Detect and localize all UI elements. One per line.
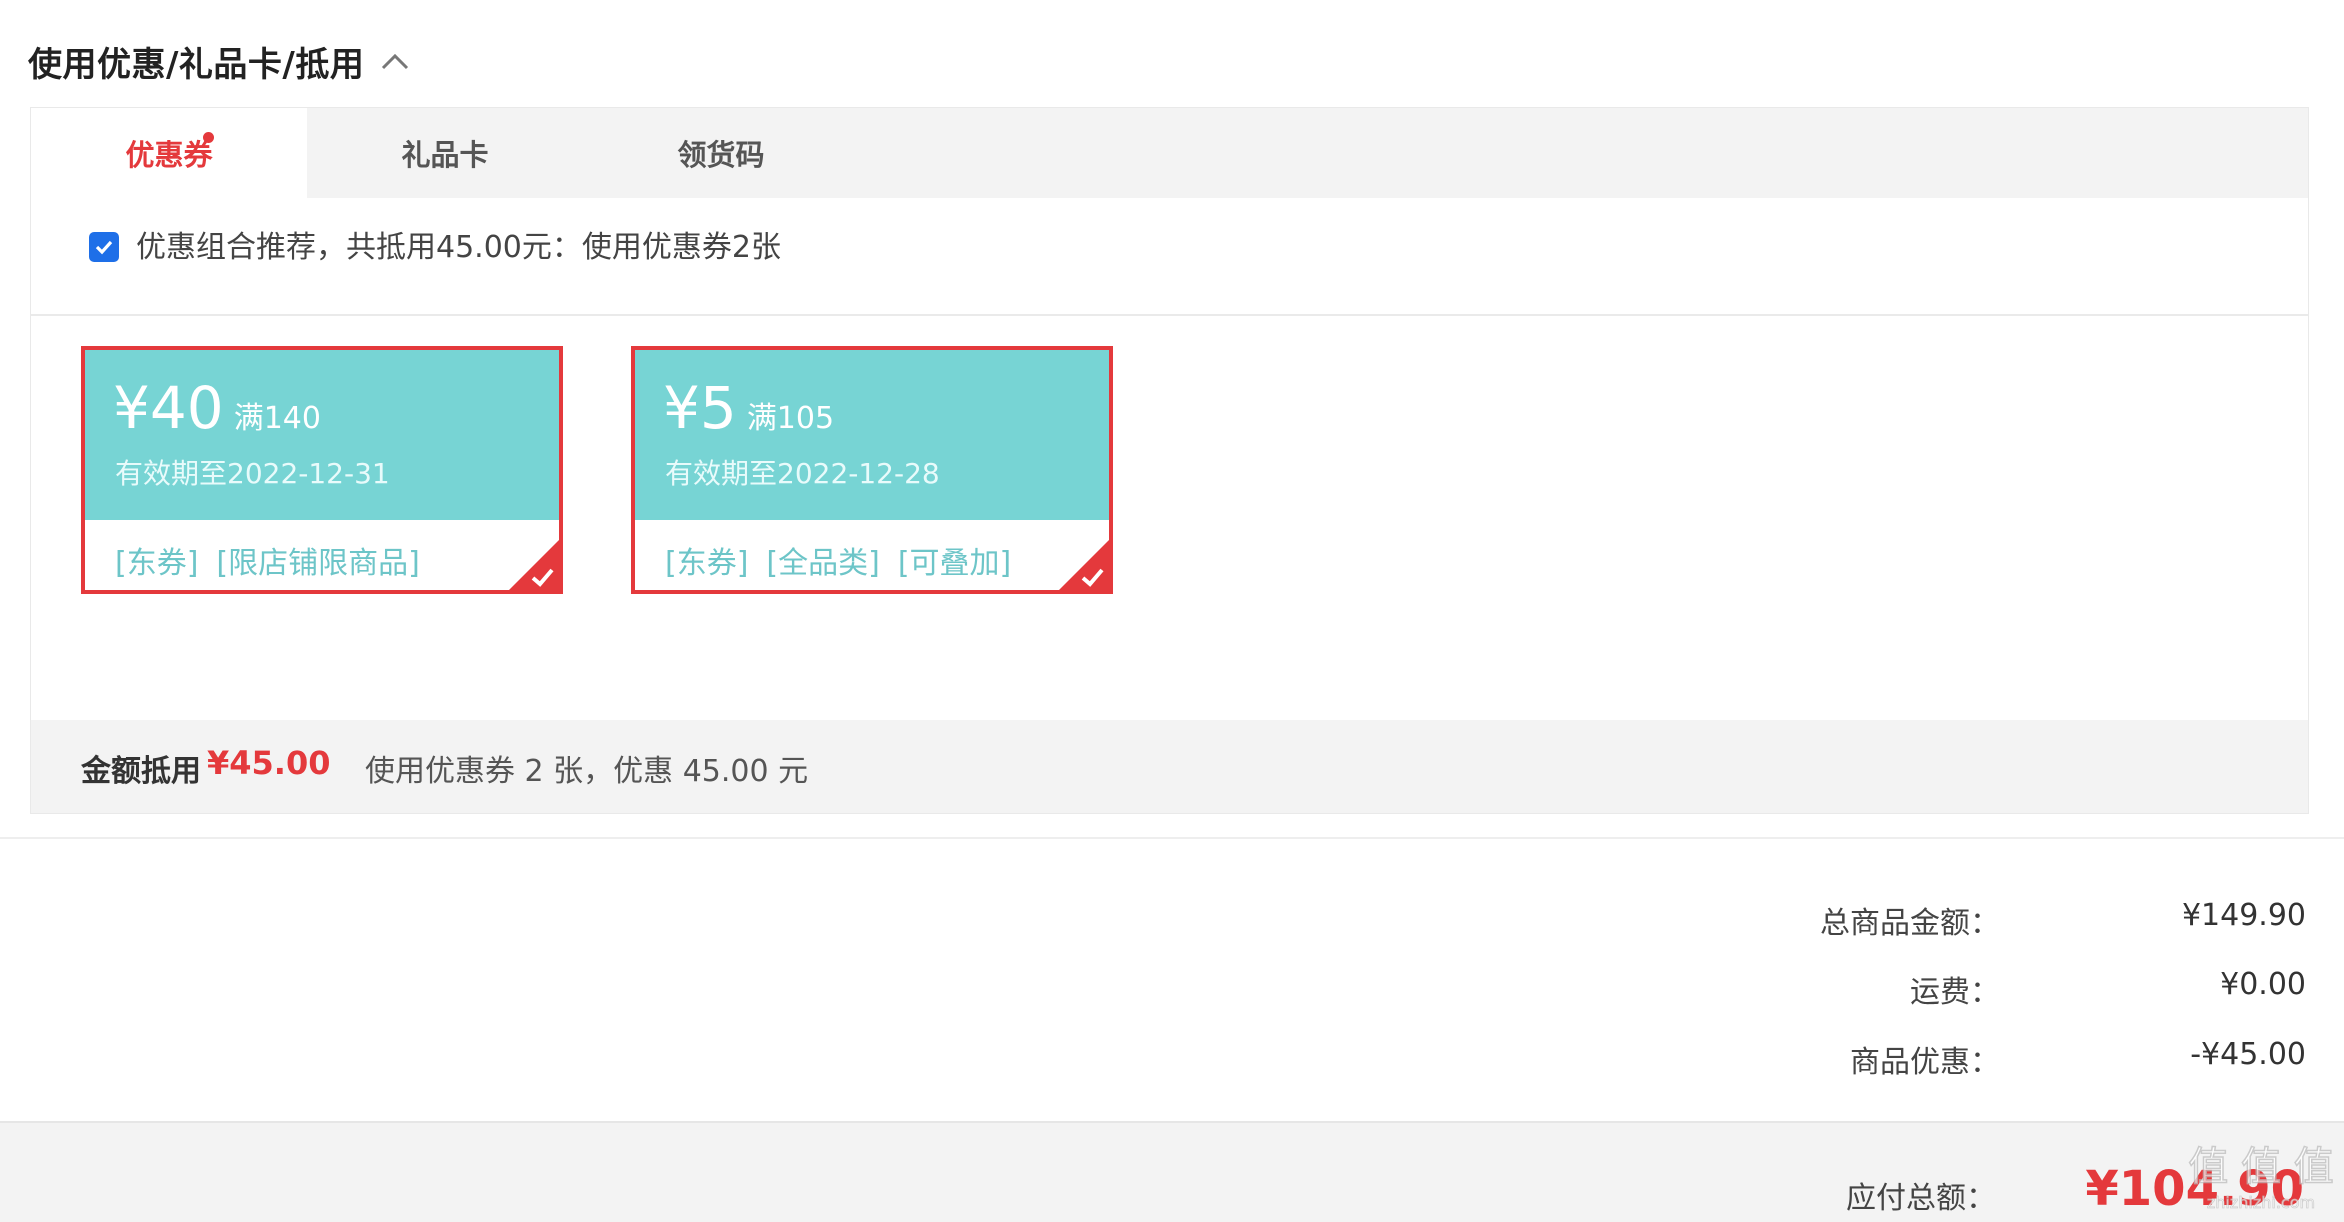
summary-label: 金额抵用: [81, 754, 201, 789]
selected-check-icon: [1059, 540, 1109, 590]
coupon-amount: ¥5 满105: [663, 376, 834, 451]
coupon-value: 40: [149, 374, 224, 442]
tab-bar: 优惠券 礼品卡 领货码: [31, 108, 2308, 198]
coupon-tag: [全品类]: [766, 546, 880, 581]
coupon-card[interactable]: ¥5 满105 有效期至2022-12-28 [东券] [全品类] [可叠加]: [631, 346, 1113, 594]
watermark-text: 值 值 值: [2188, 1144, 2333, 1190]
combo-text: 优惠组合推荐，共抵用45.00元：使用优惠券2张: [136, 230, 781, 265]
summary-description: 使用优惠券 2 张，优惠 45.00 元: [365, 754, 809, 789]
tab-coupons[interactable]: 优惠券: [31, 108, 307, 198]
discount-label: 商品优惠：: [1850, 1045, 2000, 1080]
section-header[interactable]: 使用优惠/礼品卡/抵用: [28, 34, 412, 88]
coupon-tags: [东券] [限店铺限商品]: [115, 538, 420, 582]
coupon-value: 5: [699, 374, 737, 442]
watermark-logo: 值 值 值 zhizhizhi.com: [2188, 1143, 2335, 1212]
payable-label: 应付总额：: [1846, 1181, 1996, 1216]
total-goods-value: ¥149.90: [2181, 898, 2306, 933]
tab-gift-card-label: 礼品卡: [401, 138, 489, 172]
section-title: 使用优惠/礼品卡/抵用: [28, 44, 365, 85]
watermark-subtext: zhizhizhi.com: [2207, 1193, 2315, 1212]
coupon-tag: [可叠加]: [897, 546, 1012, 581]
coupon-condition: 满105: [746, 401, 835, 436]
divider: [0, 837, 2344, 839]
discount-summary: 金额抵用 ¥45.00 使用优惠券 2 张，优惠 45.00 元: [31, 720, 2308, 813]
tab-gift-card[interactable]: 礼品卡: [307, 108, 583, 198]
summary-amount: ¥45.00: [207, 744, 331, 782]
coupon-header: ¥40 满140 有效期至2022-12-31: [85, 350, 559, 520]
combo-checkbox[interactable]: [89, 232, 119, 262]
coupon-validity: 有效期至2022-12-28: [665, 457, 940, 490]
discount-panel: 优惠券 礼品卡 领货码 优惠组合推荐，共抵用45.00元：使用优惠券2张 ¥40…: [30, 107, 2309, 814]
check-icon: [95, 240, 113, 255]
coupon-card[interactable]: ¥40 满140 有效期至2022-12-31 [东券] [限店铺限商品]: [81, 346, 563, 594]
shipping-label: 运费：: [1910, 975, 2000, 1010]
coupon-tag: [东券]: [665, 546, 749, 581]
selected-check-icon: [509, 540, 559, 590]
coupon-validity: 有效期至2022-12-31: [115, 457, 390, 490]
coupon-currency: ¥: [113, 374, 150, 442]
coupon-tags: [东券] [全品类] [可叠加]: [665, 538, 1011, 582]
combo-recommendation: 优惠组合推荐，共抵用45.00元：使用优惠券2张: [31, 198, 2308, 316]
chevron-up-icon[interactable]: [378, 44, 412, 78]
total-goods-label: 总商品金额：: [1820, 906, 2000, 941]
discount-value: -¥45.00: [2190, 1037, 2306, 1072]
tab-redeem-code-label: 领货码: [677, 138, 765, 172]
coupon-tag: [限店铺限商品]: [216, 546, 420, 581]
shipping-value: ¥0.00: [2220, 967, 2306, 1002]
coupon-condition: 满140: [233, 401, 321, 436]
coupon-amount: ¥40 满140: [113, 376, 321, 451]
tab-redeem-code[interactable]: 领货码: [583, 108, 859, 198]
coupon-currency: ¥: [663, 374, 700, 442]
tab-coupons-label: 优惠券: [125, 138, 213, 172]
coupon-header: ¥5 满105 有效期至2022-12-28: [635, 350, 1109, 520]
notification-dot: [203, 132, 214, 143]
coupon-tag: [东券]: [115, 546, 199, 581]
payable-bar: 应付总额： ¥104.90: [0, 1121, 2344, 1222]
